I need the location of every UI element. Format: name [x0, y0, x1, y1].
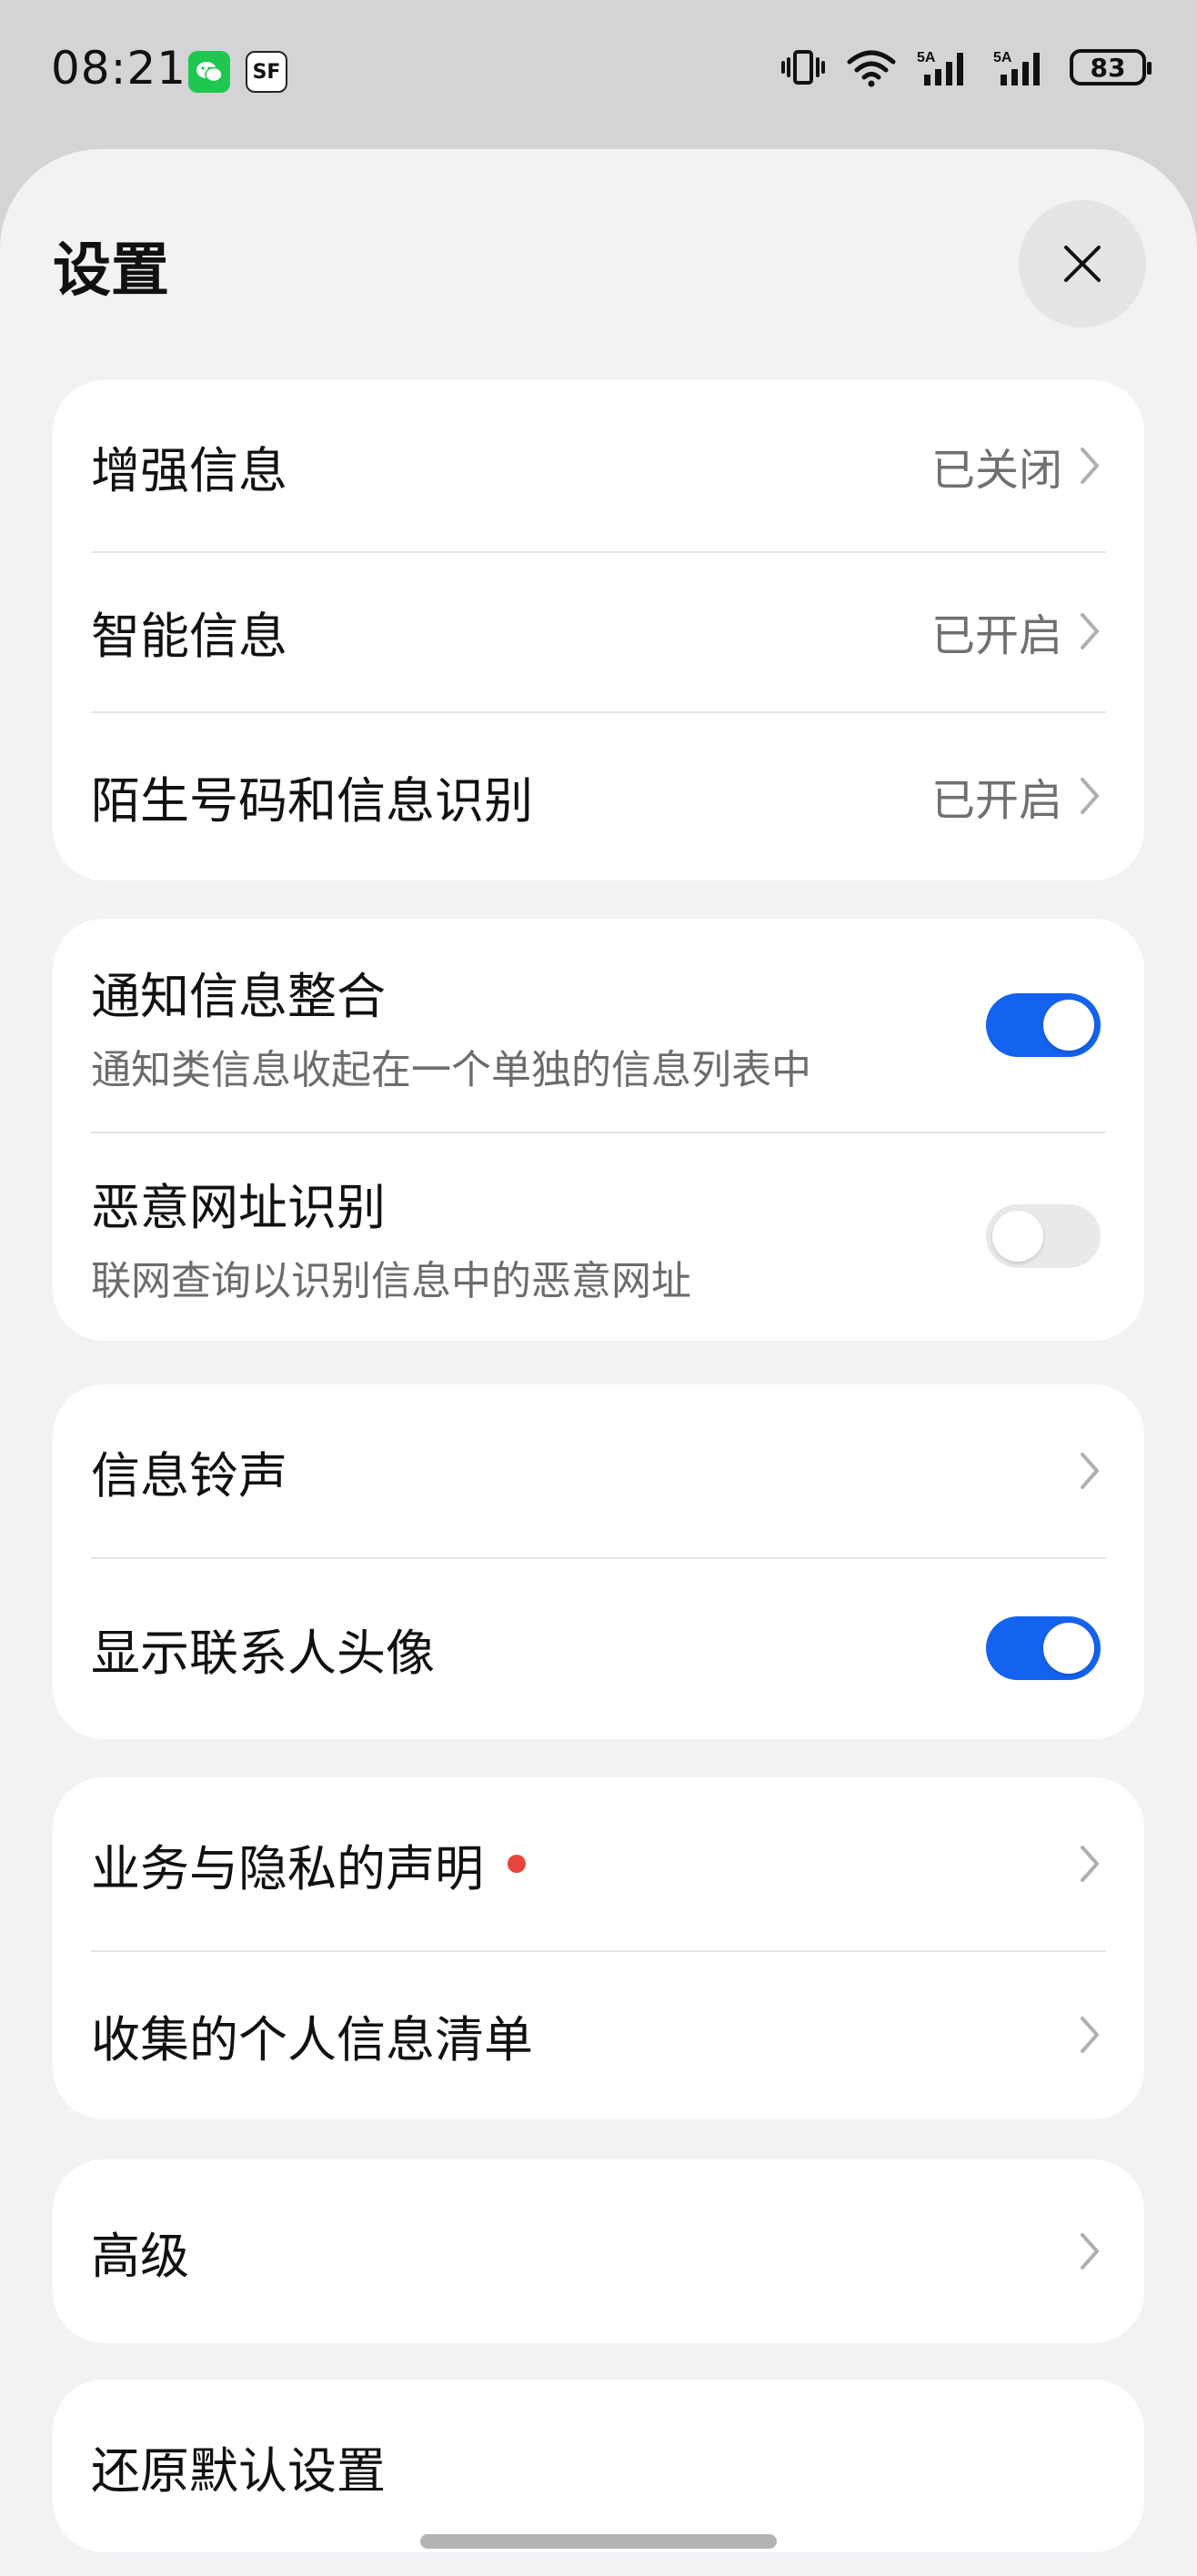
- row-label: 业务与隐私的声明: [91, 1839, 484, 1897]
- chevron-right-icon: [1081, 448, 1099, 484]
- row-malicious-url[interactable]: 恶意网址识别 联网查询以识别信息中的恶意网址: [53, 1132, 1144, 1341]
- sf-icon-label: SF: [252, 60, 281, 84]
- close-button[interactable]: [1019, 200, 1146, 327]
- malicious-url-toggle[interactable]: [986, 1204, 1101, 1268]
- chevron-right-icon: [1081, 2233, 1099, 2269]
- page-title: 设置: [53, 237, 169, 305]
- row-label: 高级: [91, 2227, 189, 2285]
- close-icon: [1064, 246, 1101, 282]
- clock: 08:21: [51, 42, 187, 95]
- sf-express-notification-icon: SF: [246, 51, 287, 93]
- row-notification-merge[interactable]: 通知信息整合 通知类信息收起在一个单独的信息列表中: [53, 919, 1144, 1132]
- row-enhanced-info[interactable]: 增强信息 已关闭: [53, 380, 1144, 551]
- vibrate-icon: [781, 50, 825, 85]
- row-label: 通知信息整合: [91, 967, 386, 1025]
- home-indicator[interactable]: [420, 2534, 777, 2549]
- card-advanced: 高级: [53, 2159, 1144, 2343]
- toggle-knob: [992, 1211, 1043, 1262]
- row-label: 智能信息: [91, 607, 287, 665]
- signal-5g-icon: 5A: [917, 50, 963, 86]
- wifi-icon: [847, 50, 896, 87]
- status-bar: 08:21 SF 5A 5A 83: [0, 0, 1197, 146]
- card-reset: 还原默认设置: [53, 2380, 1144, 2552]
- notification-merge-toggle[interactable]: [986, 993, 1101, 1057]
- new-badge-dot: [508, 1855, 526, 1873]
- row-value: 已开启: [930, 610, 1062, 661]
- signal-5g-icon-2: 5A: [993, 50, 1040, 86]
- row-label: 还原默认设置: [91, 2441, 386, 2500]
- wechat-notification-icon: [188, 51, 230, 93]
- chevron-right-icon: [1081, 1846, 1099, 1882]
- row-description: 通知类信息收起在一个单独的信息列表中: [91, 1046, 811, 1093]
- row-label: 显示联系人头像: [91, 1624, 435, 1682]
- row-contact-avatar[interactable]: 显示联系人头像: [53, 1557, 1144, 1739]
- chevron-right-icon: [1081, 2017, 1099, 2053]
- card-privacy: 业务与隐私的声明 收集的个人信息清单: [53, 1777, 1144, 2119]
- row-message-ringtone[interactable]: 信息铃声: [53, 1384, 1144, 1557]
- row-value: 已开启: [930, 775, 1062, 826]
- chevron-right-icon: [1081, 613, 1099, 649]
- battery-icon: 83: [1070, 49, 1152, 86]
- row-label: 恶意网址识别: [91, 1178, 386, 1236]
- status-icons: 5A 5A 83: [780, 47, 1152, 87]
- row-personal-info-list[interactable]: 收集的个人信息清单: [53, 1950, 1144, 2119]
- row-privacy-statement[interactable]: 业务与隐私的声明: [53, 1777, 1144, 1950]
- svg-text:5A: 5A: [917, 50, 936, 65]
- chevron-right-icon: [1081, 778, 1099, 814]
- row-smart-info[interactable]: 智能信息 已开启: [53, 551, 1144, 711]
- row-stranger-number-id[interactable]: 陌生号码和信息识别 已开启: [53, 711, 1144, 880]
- card-notification-settings: 通知信息整合 通知类信息收起在一个单独的信息列表中 恶意网址识别 联网查询以识别…: [53, 919, 1144, 1341]
- row-description: 联网查询以识别信息中的恶意网址: [91, 1257, 691, 1304]
- settings-sheet: 设置 增强信息 已关闭 智能信息 已开启 陌生号码和信息识别 已开启 通知信息整…: [0, 149, 1197, 2576]
- row-reset-defaults[interactable]: 还原默认设置: [53, 2380, 1144, 2552]
- toggle-knob: [1043, 1000, 1094, 1051]
- row-label: 陌生号码和信息识别: [91, 771, 533, 830]
- svg-text:5A: 5A: [993, 50, 1012, 65]
- row-label: 增强信息: [91, 441, 287, 499]
- toggle-knob: [1043, 1623, 1094, 1674]
- row-label: 信息铃声: [91, 1446, 287, 1504]
- row-value: 已关闭: [930, 445, 1062, 496]
- card-display-settings: 信息铃声 显示联系人头像: [53, 1384, 1144, 1739]
- card-info-settings: 增强信息 已关闭 智能信息 已开启 陌生号码和信息识别 已开启: [53, 380, 1144, 880]
- row-advanced[interactable]: 高级: [53, 2159, 1144, 2343]
- battery-level: 83: [1090, 52, 1126, 83]
- chevron-right-icon: [1081, 1453, 1099, 1489]
- contact-avatar-toggle[interactable]: [986, 1616, 1101, 1680]
- row-label: 收集的个人信息清单: [91, 2010, 533, 2068]
